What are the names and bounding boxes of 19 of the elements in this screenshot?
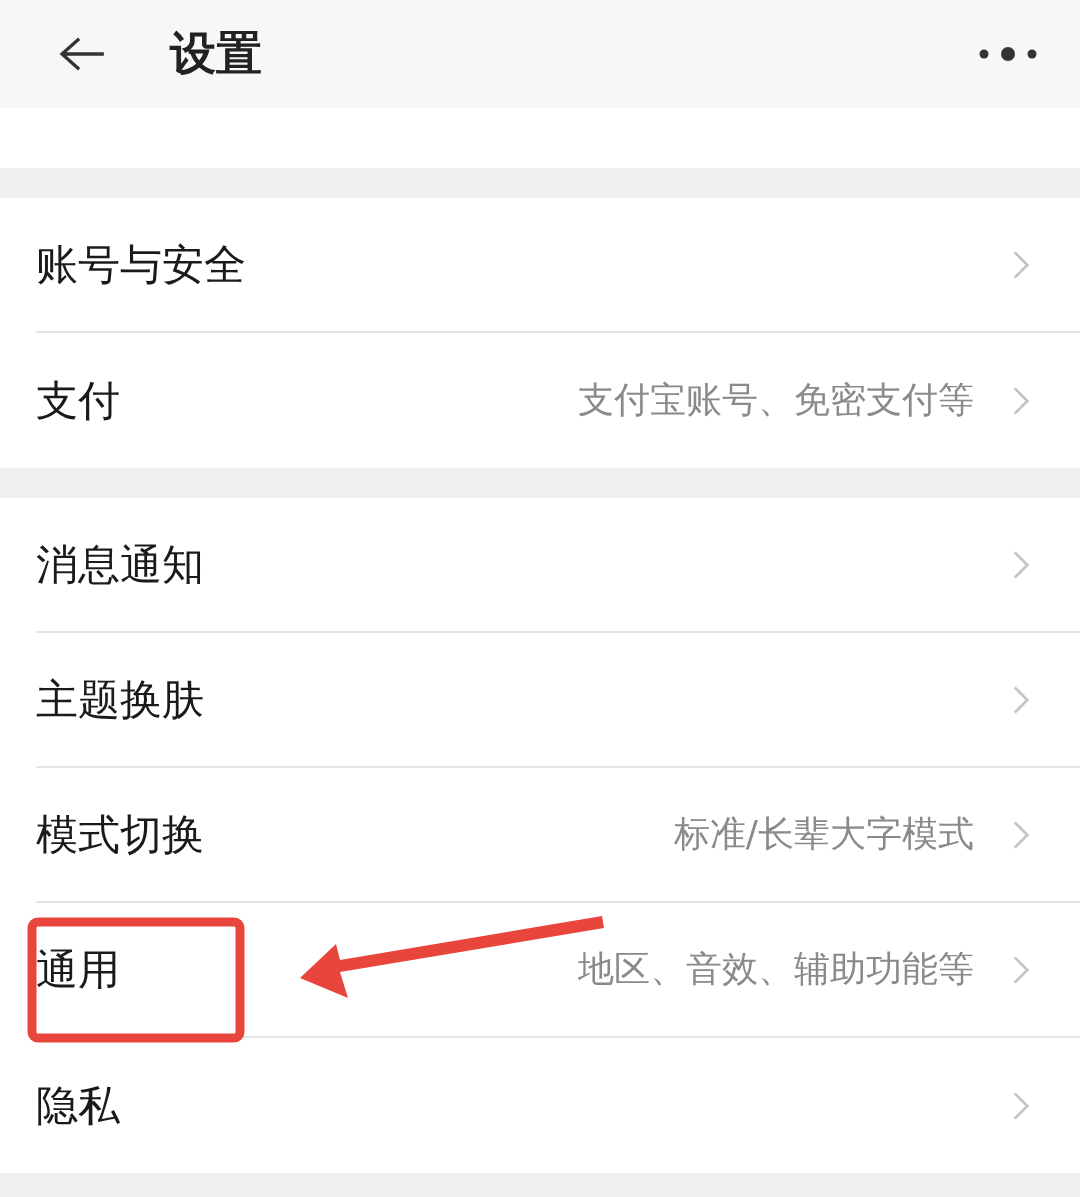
page-title: 设置 — [170, 25, 263, 82]
more-icon[interactable] — [978, 46, 1038, 62]
settings-row[interactable]: 主题换肤 — [36, 633, 1080, 768]
settings-row[interactable]: 隐私 — [36, 1038, 1080, 1173]
row-label: 通用 — [36, 943, 120, 996]
row-label: 消息通知 — [36, 538, 204, 591]
row-label: 主题换肤 — [36, 673, 204, 726]
row-label: 隐私 — [36, 1079, 120, 1132]
row-detail: 支付宝账号、免密支付等 — [578, 378, 974, 422]
row-detail: 标准/长辈大字模式 — [673, 812, 974, 856]
settings-row[interactable]: 支付 支付宝账号、免密支付等 — [36, 333, 1080, 468]
settings-row[interactable]: 模式切换 标准/长辈大字模式 — [36, 768, 1080, 903]
row-label: 支付 — [36, 374, 120, 427]
settings-row[interactable]: 消息通知 — [36, 498, 1080, 633]
row-label: 模式切换 — [36, 808, 204, 861]
settings-row[interactable]: 账号与安全 — [36, 198, 1080, 333]
row-detail: 地区、音效、辅助功能等 — [578, 947, 974, 991]
back-icon[interactable] — [58, 35, 106, 73]
row-label: 账号与安全 — [36, 238, 246, 291]
